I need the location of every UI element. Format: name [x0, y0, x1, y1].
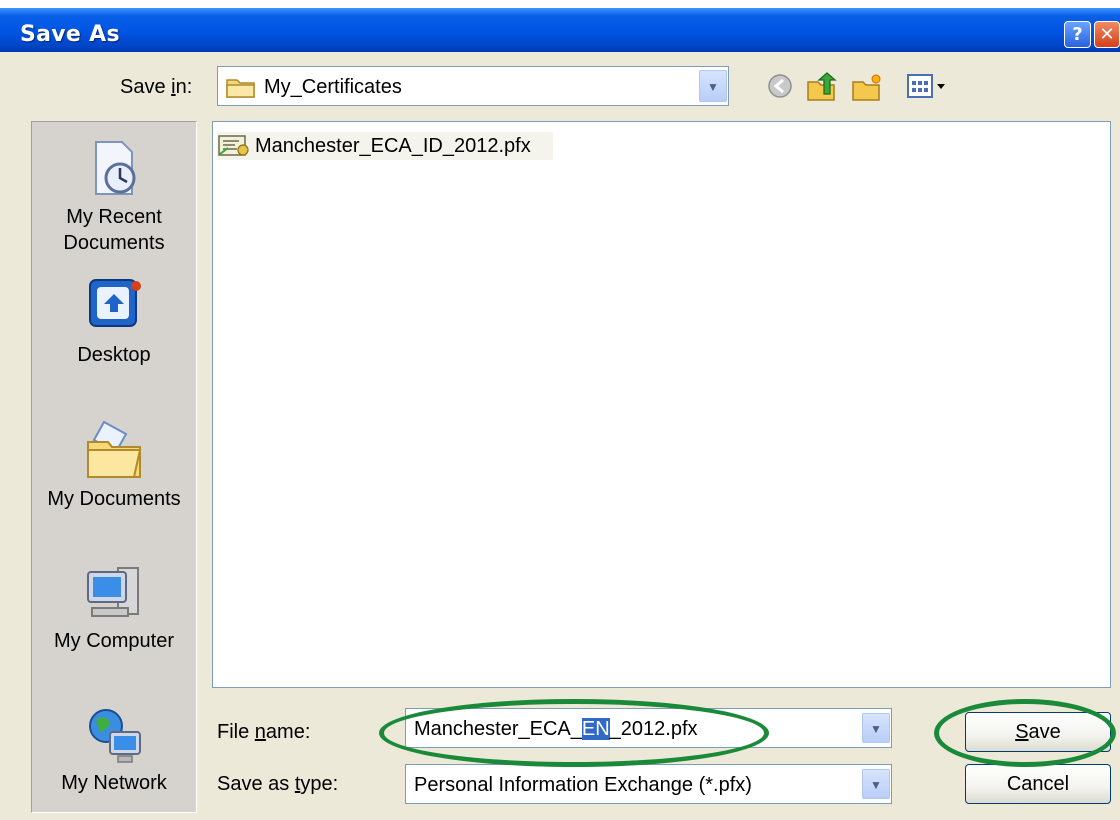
save-in-value: My_Certificates	[264, 76, 402, 98]
place-desktop[interactable]: Desktop	[32, 274, 196, 368]
place-label: My Recent	[66, 206, 162, 228]
place-label: Desktop	[77, 344, 151, 366]
close-icon: ✕	[1099, 24, 1115, 45]
annotation-oval-filename	[379, 699, 769, 767]
place-my-recent-documents[interactable]: My Recent Documents	[32, 136, 196, 256]
my-network-icon	[89, 709, 141, 763]
place-label: My Computer	[53, 630, 175, 652]
save-as-type-dropdown-button[interactable]: ▼	[862, 769, 890, 799]
back-icon[interactable]	[766, 72, 794, 100]
file-item[interactable]: Manchester_ECA_ID_2012.pfx	[217, 132, 553, 160]
views-menu-icon[interactable]	[906, 72, 950, 100]
place-label-line2: Documents	[63, 232, 165, 254]
certificate-file-icon	[218, 135, 249, 156]
chevron-down-icon: ▼	[870, 722, 882, 736]
place-my-computer[interactable]: My Computer	[32, 560, 196, 654]
save-as-type-value: Personal Information Exchange (*.pfx)	[414, 774, 752, 796]
top-strip	[0, 0, 1120, 8]
folder-icon	[226, 79, 255, 98]
chevron-down-icon: ▼	[870, 778, 882, 792]
annotation-oval-save	[934, 699, 1116, 767]
file-name-dropdown-button[interactable]: ▼	[862, 713, 890, 743]
question-icon: ?	[1072, 24, 1083, 45]
new-folder-icon[interactable]	[851, 72, 883, 102]
up-folder-icon[interactable]	[806, 72, 838, 102]
recent-documents-icon	[95, 141, 136, 195]
save-as-type-label: Save as type:	[217, 773, 339, 795]
cancel-button[interactable]: Cancel	[965, 764, 1111, 804]
place-label: My Network	[61, 772, 167, 794]
chevron-down-icon: ▼	[707, 80, 719, 94]
file-list[interactable]: Manchester_ECA_ID_2012.pfx	[212, 121, 1111, 688]
places-bar: My Recent Documents Desktop My Documents…	[31, 121, 197, 813]
my-computer-icon	[87, 567, 139, 617]
save-in-combo[interactable]: My_Certificates ▼	[217, 66, 729, 106]
title-bar[interactable]: Save As ? ✕	[0, 8, 1120, 52]
place-label: My Documents	[47, 488, 181, 510]
place-my-documents[interactable]: My Documents	[32, 418, 196, 512]
file-name-label: File name:	[217, 721, 311, 743]
save-in-dropdown-button[interactable]: ▼	[699, 70, 727, 102]
file-name: Manchester_ECA_ID_2012.pfx	[255, 135, 531, 157]
save-in-label: Save in:	[120, 76, 193, 98]
save-as-type-select[interactable]: Personal Information Exchange (*.pfx) ▼	[405, 764, 892, 804]
place-my-network[interactable]: My Network	[32, 702, 196, 796]
close-button[interactable]: ✕	[1094, 21, 1120, 48]
help-button[interactable]: ?	[1064, 21, 1091, 48]
my-documents-icon	[87, 420, 142, 478]
window-title: Save As	[20, 22, 120, 47]
desktop-icon	[89, 279, 141, 327]
